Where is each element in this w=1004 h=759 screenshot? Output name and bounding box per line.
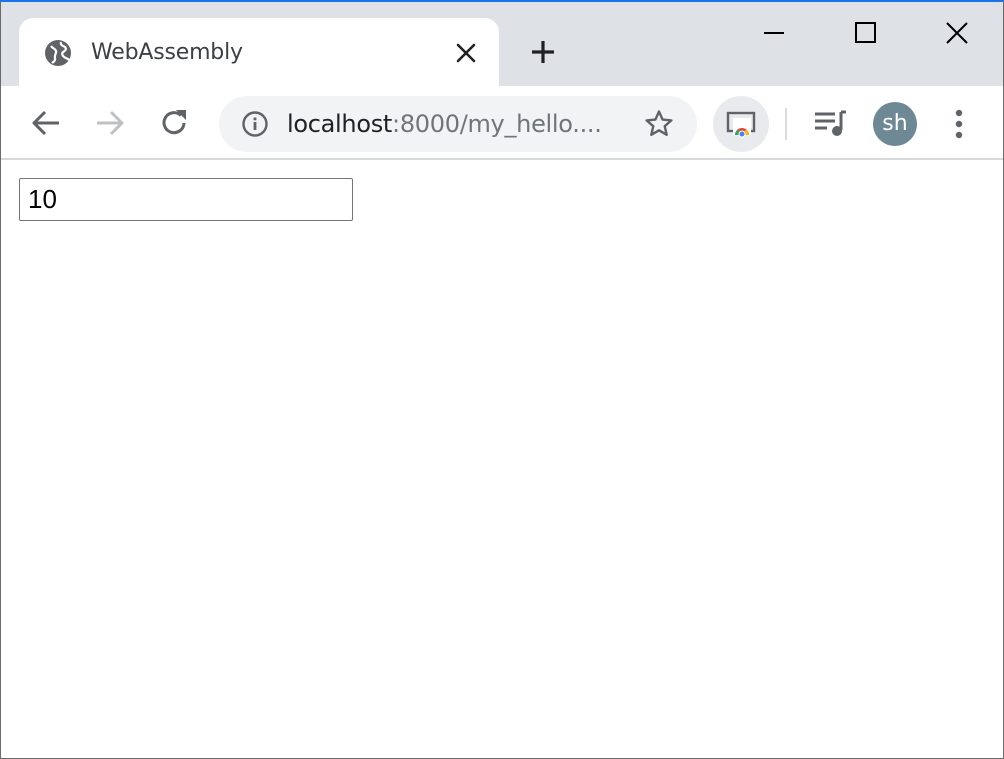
close-icon[interactable]: [934, 10, 980, 56]
tab-close-icon[interactable]: [455, 42, 477, 64]
profile-avatar[interactable]: sh: [873, 102, 917, 146]
maximize-icon[interactable]: [843, 10, 889, 56]
url-text[interactable]: localhost:8000/my_hello....: [287, 108, 617, 140]
globe-icon: [43, 38, 73, 68]
tab-strip: WebAssembly: [1, 2, 1003, 88]
cast-button[interactable]: [713, 96, 769, 152]
more-menu-icon[interactable]: [947, 106, 971, 142]
browser-window: WebAssembly localhost:8000/my_hello.... …: [0, 0, 1004, 759]
address-bar[interactable]: localhost:8000/my_hello....: [219, 96, 697, 152]
star-icon[interactable]: [643, 108, 675, 140]
reload-icon[interactable]: [157, 106, 191, 140]
number-input[interactable]: [19, 178, 353, 221]
page-content: [1, 160, 1003, 758]
tab-title: WebAssembly: [91, 40, 243, 65]
toolbar: localhost:8000/my_hello.... sh: [1, 86, 1003, 160]
minimize-icon[interactable]: [751, 10, 797, 56]
media-controls-icon[interactable]: [811, 106, 849, 140]
forward-arrow-icon[interactable]: [93, 106, 127, 140]
url-host: localhost: [287, 110, 393, 138]
active-tab[interactable]: WebAssembly: [19, 18, 499, 88]
info-icon[interactable]: [241, 110, 269, 138]
back-arrow-icon[interactable]: [29, 106, 63, 140]
url-path: :8000/my_hello....: [392, 110, 602, 138]
cast-icon: [726, 111, 756, 138]
new-tab-icon[interactable]: [527, 36, 559, 68]
toolbar-divider: [785, 108, 787, 140]
